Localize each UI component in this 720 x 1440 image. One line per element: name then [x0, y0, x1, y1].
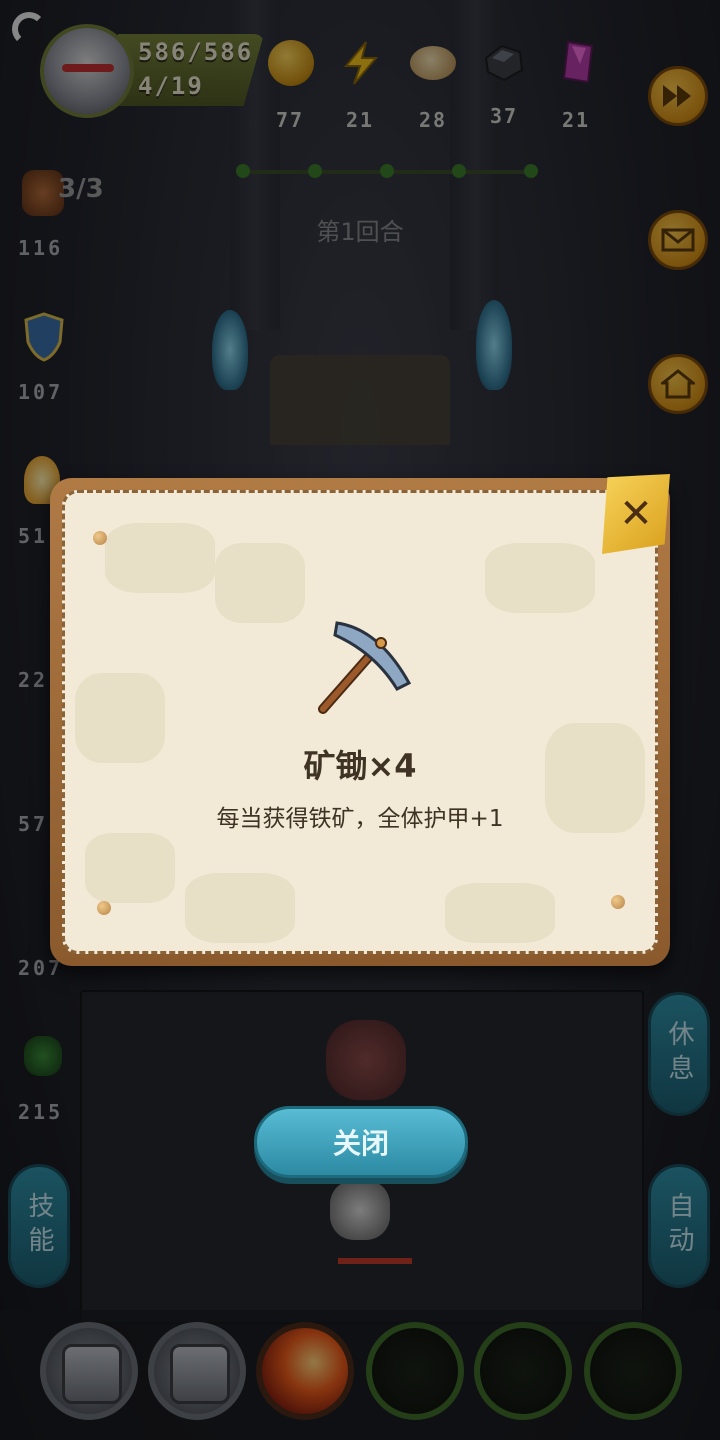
dialog-close-button[interactable]: ✕: [602, 474, 670, 554]
item-title: 矿锄×4: [303, 747, 417, 785]
parchment-blot: [485, 543, 595, 613]
parchment-blot: [445, 883, 555, 943]
parchment-pin: [611, 895, 625, 909]
item-info-dialog: 矿锄×4 每当获得铁矿，全体护甲+1: [50, 478, 670, 966]
item-description: 每当获得铁矿，全体护甲+1: [216, 806, 504, 832]
parchment-pin: [97, 901, 111, 915]
parchment-blot: [215, 543, 305, 623]
parchment-pin: [93, 531, 107, 545]
close-icon: ✕: [619, 491, 653, 537]
close-button-label: 关闭: [332, 1127, 389, 1160]
pickaxe-icon: [309, 613, 419, 727]
parchment-blot: [85, 833, 175, 903]
parchment-blot: [185, 873, 295, 943]
parchment-blot: [105, 523, 215, 593]
close-button[interactable]: 关闭: [254, 1106, 468, 1178]
dialog-parchment: 矿锄×4 每当获得铁矿，全体护甲+1: [62, 490, 658, 954]
